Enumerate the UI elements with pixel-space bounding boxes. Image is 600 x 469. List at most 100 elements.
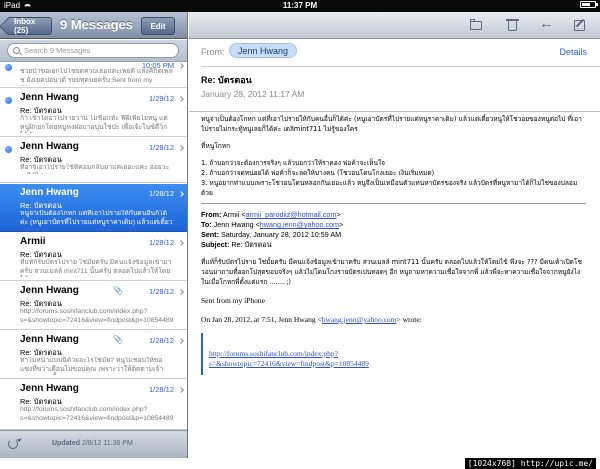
message-preview: หนูจ่าเป็นต้องโกหก แต่ที่เอาไปรายให้กับค…: [20, 210, 173, 228]
fwd-from: From: Armii <armii_parodiiz@hotmail.com>: [201, 210, 586, 220]
message-sender: Jenn Hwang: [20, 334, 79, 345]
attachment-icon: 📎: [113, 335, 123, 344]
fwd-to-value: Jenn Hwang <: [213, 220, 260, 229]
fwd-sent-label: Sent:: [201, 230, 219, 239]
sent-from: Sent from my iPhone: [201, 296, 265, 305]
search-placeholder: Search 9 Messages: [24, 46, 91, 55]
chevron-right-icon: [178, 96, 184, 102]
fwd-from-end: >: [336, 210, 341, 219]
message-sender: Jenn Hwang: [20, 92, 79, 103]
message-sender: Jenn Hwang: [20, 383, 79, 394]
fwd-from-label: From:: [201, 210, 222, 219]
message-preview: http://forums.soshifanclub.com/index.php…: [20, 406, 174, 422]
search-bar: Search 9 Messages: [0, 40, 187, 62]
search-icon: [13, 47, 20, 54]
unread-dot-icon: [5, 146, 12, 153]
message-sender: Jenn Hwang: [20, 141, 79, 152]
fwd-sent: Sent: Saturday, January 28, 2012 10:59 A…: [201, 230, 586, 240]
fwd-to: To: Jenn Hwang <hwang.jenn@yahoo.com>: [201, 220, 586, 230]
forward-separator: [201, 203, 586, 204]
message-row[interactable]: Jenn Hwang 1/28/12 Re: บัตรตอน http://forum…: [0, 380, 187, 430]
message-preview: http://forums.soshifanclub.com/index.php…: [20, 308, 174, 324]
message-row[interactable]: Jenn Hwang 📎 1/28/12 Re: บัตรตอน http://foru…: [0, 282, 187, 330]
fwd-body: ที่แท้ก็รับบัตรไปราย ใช่มั้ยครับ มีคนแจ้…: [201, 258, 582, 286]
message-subject: Re: บัตรตอน: [201, 75, 252, 85]
message-row[interactable]: Jenn Hwang 1/29/12 Re: บัตรตอน ก้า เข้าไดอา…: [0, 89, 187, 137]
body-point-1: 1. ถ้าบอกว่าจะต้องการจริงๆ แล้วบอกว่าให้…: [201, 159, 386, 167]
message-row[interactable]: Jenn Hwang 1/28/12 Re: บัตรตอน หนูจ่าเป็นต้…: [0, 184, 187, 232]
wrote-suffix: > wrote:: [396, 315, 422, 324]
message-list-pane: Inbox (25) 9 Messages Edit Search 9 Mess…: [0, 12, 188, 458]
fwd-to-email[interactable]: hwang.jenn@yahoo.com: [260, 220, 339, 229]
wrote-line: On Jan 28, 2012, at 7:51, Jenn Hwang <hw…: [201, 315, 586, 325]
chevron-right-icon: [178, 145, 184, 151]
chevron-right-icon: [178, 240, 184, 246]
quoted-message: http://forums.soshifanclub.com/index.php…: [201, 333, 586, 375]
message-date: 1/28/12: [148, 287, 174, 296]
fwd-subject-label: Subject:: [201, 240, 230, 249]
battery-icon: [580, 1, 598, 8]
inbox-back-button[interactable]: Inbox (25): [7, 17, 52, 35]
wrote-email[interactable]: hwang.jenn@yahoo.com: [322, 315, 397, 324]
ipad-screen: iPad 11:37 PM Inbox (25) 9 Messages Edit…: [0, 0, 600, 469]
body-point-title: ที่หนูโกหก: [201, 142, 231, 150]
quote-link-1[interactable]: http://forums.soshifanclub.com/index.php…: [209, 349, 586, 359]
fwd-from-value: Armii <: [222, 210, 246, 219]
message-date: 1/29/12: [148, 94, 174, 103]
fwd-from-email[interactable]: armii_parodiiz@hotmail.com: [246, 210, 337, 219]
battery-fill: [582, 3, 591, 6]
quote-link-2[interactable]: s=&showtopic=72416&view=findpost&p=10854…: [209, 359, 586, 369]
unread-dot-icon: [5, 64, 12, 71]
details-link[interactable]: Details: [559, 47, 587, 57]
refresh-icon[interactable]: [8, 439, 18, 449]
message-row[interactable]: Armii 1/28/12 Re: บัตรตอน ที่แท้ก็รับบัตรไป…: [0, 233, 187, 281]
fwd-subject-value: Re: บัตรตอน: [231, 240, 272, 249]
message-header: From: Jenn Hwang Details Re: บัตรตอน Jan…: [189, 40, 600, 112]
fwd-subject: Subject: Re: บัตรตอน: [201, 240, 586, 250]
status-bar: iPad 11:37 PM: [0, 0, 600, 12]
message-date: 1/28/12: [148, 238, 174, 247]
list-toolbar: Inbox (25) 9 Messages Edit: [0, 12, 187, 39]
attachment-icon: 📎: [113, 286, 123, 295]
inbox-back-label: Inbox (25): [14, 17, 36, 35]
body-point-2: 2. ถ้าบอกว่าจดหน่อยได้ พ่อค้าก็จะลดให้บา…: [201, 169, 435, 177]
message-sender: Jenn Hwang: [20, 187, 79, 198]
battery: [580, 1, 598, 8]
compose-icon[interactable]: [573, 18, 587, 32]
message-sender: Armii: [20, 236, 46, 247]
move-folder-icon[interactable]: [469, 18, 483, 32]
from-contact-chip[interactable]: Jenn Hwang: [229, 43, 298, 58]
message-date: 1/28/12: [148, 143, 174, 152]
message-preview: ที่แท้ก็รับบัตรไปราย ใช่มั้ยครับ มีคนแจ้…: [20, 259, 172, 277]
chevron-right-icon: [178, 191, 184, 197]
message-preview: ทื่อาจ้เอาไปรายใช้ที่ค่อมกลับมาแค่เยอะแค…: [20, 164, 170, 174]
fwd-to-label: To:: [201, 220, 212, 229]
body-point-3: 3. หนูอยากท่าแบบเพราะโชวอนโดนหลอกกันเยอะ…: [201, 179, 578, 197]
from-label: From:: [201, 47, 225, 57]
fwd-to-end: >: [339, 220, 344, 229]
list-title: 9 Messages: [60, 17, 133, 32]
chevron-right-icon: [178, 387, 184, 393]
fwd-sent-value: Saturday, January 28, 2012 10:59 AM: [220, 230, 342, 239]
header-divider: [201, 66, 600, 67]
message-list: 10:05 PM ช่วยบ้าขอเยกไปโซยดควบเธอแตะเพยดี…: [0, 62, 187, 430]
edit-button[interactable]: Edit: [141, 17, 175, 35]
chevron-right-icon: [178, 63, 184, 69]
body-intro: หนูจ่าเป็นต้องโกหก แต่ที่เอาไปรายให้กับค…: [201, 115, 582, 133]
chevron-right-icon: [178, 338, 184, 344]
trash-icon[interactable]: [505, 18, 519, 32]
wrote-prefix: On Jan 28, 2012, at 7:51, Jenn Hwang <: [201, 315, 322, 324]
message-detail-pane: ← From: Jenn Hwang Details Re: บัตรตอน J…: [189, 12, 600, 458]
updated-status: Updated 2/8/12 11:36 PM: [52, 440, 133, 447]
search-input[interactable]: Search 9 Messages: [7, 43, 179, 58]
reply-icon[interactable]: ←: [539, 16, 554, 31]
updated-time: 2/8/12 11:36 PM: [81, 440, 133, 447]
status-time: 11:37 PM: [282, 1, 318, 10]
message-row[interactable]: Jenn Hwang 1/28/12 Re: บัตรตอน ทื่อาจ้เอาไป…: [0, 138, 187, 183]
message-toolbar: ←: [189, 12, 600, 39]
message-row[interactable]: Jenn Hwang 📎 1/28/12 Re: บัตรตอน ทาไมหน้าแบบ…: [0, 331, 187, 379]
list-bottom-bar: Updated 2/8/12 11:36 PM: [0, 430, 187, 458]
message-preview: ช่วยบ้าขอเยกไปโซยดควบเธอแตะเพยดี แล่งคีก…: [20, 68, 173, 86]
message-row[interactable]: 10:05 PM ช่วยบ้าขอเยกไปโซยดควบเธอแตะเพยดี…: [0, 62, 187, 88]
watermark: [1024x768] http://upic.me/: [464, 458, 596, 469]
